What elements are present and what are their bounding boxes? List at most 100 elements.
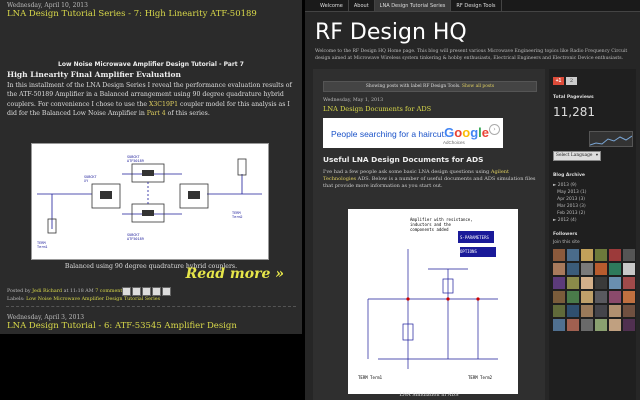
follower-avatar[interactable] xyxy=(567,319,579,331)
nav-rf-tools[interactable]: RF Design Tools xyxy=(451,0,502,11)
follower-avatar[interactable] xyxy=(595,291,607,303)
follower-avatar[interactable] xyxy=(623,319,635,331)
follower-avatar[interactable] xyxy=(567,291,579,303)
post-title-link[interactable]: LNA Design Documents for ADS xyxy=(323,105,431,113)
nav-lna-series[interactable]: LNA Design Tutorial Series xyxy=(374,0,452,11)
follower-avatar[interactable] xyxy=(595,249,607,261)
facebook-share-icon[interactable] xyxy=(152,287,161,296)
follower-avatar[interactable] xyxy=(553,277,565,289)
follower-avatar[interactable] xyxy=(623,291,635,303)
author-link[interactable]: Jedi Richard xyxy=(32,289,62,294)
follower-avatar[interactable] xyxy=(623,263,635,275)
follower-avatar[interactable] xyxy=(609,291,621,303)
label-notice: Showing posts with label RF Design Tools… xyxy=(323,81,537,92)
post-divider xyxy=(6,306,296,307)
join-site-link[interactable]: Join this site xyxy=(553,240,580,245)
follower-avatar[interactable] xyxy=(595,277,607,289)
blog-title[interactable]: RF Design HQ xyxy=(315,20,467,45)
follower-avatar[interactable] xyxy=(581,277,593,289)
figure-caption: LNA Simulation in ADS xyxy=(399,392,459,398)
page-bottom-band xyxy=(0,334,302,400)
post-title-link-2[interactable]: LNA Design Tutorial - 6: ATF-53545 Ampli… xyxy=(7,321,237,331)
follower-avatar[interactable] xyxy=(553,291,565,303)
posted-by-label: Posted by xyxy=(7,289,33,294)
follower-avatar[interactable] xyxy=(581,319,593,331)
show-all-posts-link[interactable]: Show all posts xyxy=(462,84,494,89)
post-title-link[interactable]: LNA Design Tutorial Series - 7: High Lin… xyxy=(7,9,257,19)
nav-welcome[interactable]: Welcome xyxy=(315,0,349,11)
total-pageviews-count: 11,281 xyxy=(553,105,595,119)
follower-avatar[interactable] xyxy=(609,277,621,289)
blog-description: Welcome to the RF Design HQ Home page. T… xyxy=(315,49,628,61)
ad-choices-label[interactable]: AdChoices xyxy=(443,140,465,145)
post-footer: Posted by Jedi Richard at 11:18 AM 7 com… xyxy=(7,289,125,294)
share-buttons xyxy=(122,287,171,296)
follower-avatar[interactable] xyxy=(609,319,621,331)
follower-avatar[interactable] xyxy=(595,319,607,331)
blog-share-icon[interactable] xyxy=(132,287,141,296)
post-labels: Labels: Low Noise Microwave Amplifier De… xyxy=(7,297,160,302)
svg-text:Term1: Term1 xyxy=(37,245,48,249)
top-nav: Welcome About LNA Design Tutorial Series… xyxy=(305,0,640,12)
twitter-share-icon[interactable] xyxy=(142,287,151,296)
follower-avatar[interactable] xyxy=(581,291,593,303)
pinterest-share-icon[interactable] xyxy=(162,287,171,296)
language-select[interactable]: Select Language ▾ xyxy=(553,151,601,161)
follower-avatar[interactable] xyxy=(609,305,621,317)
comments-link[interactable]: 7 comments xyxy=(95,289,125,294)
follower-avatar[interactable] xyxy=(609,263,621,275)
chevron-down-icon: ▾ xyxy=(595,153,598,158)
email-share-icon[interactable] xyxy=(122,287,131,296)
google-ad-banner[interactable]: People searching for a haircut. Google ›… xyxy=(323,118,503,148)
svg-text:TERM Term1: TERM Term1 xyxy=(358,375,383,380)
follower-avatar[interactable] xyxy=(623,249,635,261)
follower-avatar[interactable] xyxy=(623,277,635,289)
follower-avatar[interactable] xyxy=(595,305,607,317)
para-text: I've had a few people ask some basic LNA… xyxy=(323,169,491,175)
archive-title: Blog Archive xyxy=(553,173,585,178)
followers-title: Followers xyxy=(553,232,578,237)
follower-avatar[interactable] xyxy=(595,263,607,275)
gplus-widget: +1 2 xyxy=(553,77,577,85)
follower-avatar[interactable] xyxy=(553,319,565,331)
follower-avatar[interactable] xyxy=(581,305,593,317)
follower-avatar[interactable] xyxy=(581,249,593,261)
svg-text:XY: XY xyxy=(84,179,89,183)
gplus-button[interactable]: +1 xyxy=(553,77,564,85)
follower-avatar[interactable] xyxy=(609,249,621,261)
part4-link[interactable]: Part 4 xyxy=(147,110,166,117)
follower-avatar[interactable] xyxy=(553,263,565,275)
follower-avatar[interactable] xyxy=(553,305,565,317)
balanced-amplifier-schematic[interactable]: SUBCKT ATF50189 SUBCKT ATF50189 SUBCKT X… xyxy=(31,143,269,260)
ad-text[interactable]: People searching for a haircut. xyxy=(331,129,446,139)
follower-avatar[interactable] xyxy=(553,249,565,261)
nav-about[interactable]: About xyxy=(349,0,375,11)
post-date: Wednesday, May 1, 2013 xyxy=(323,98,384,103)
follower-avatar[interactable] xyxy=(567,277,579,289)
read-more-link[interactable]: Read more » xyxy=(186,266,284,282)
language-select-value: Select Language xyxy=(556,153,593,158)
para-text: of this series. xyxy=(165,110,210,118)
main-column: Showing posts with label RF Design Tools… xyxy=(313,69,545,400)
label-link[interactable]: Low Noise Microwave Amplifier Design Tut… xyxy=(26,297,160,302)
post-date-2: Wednesday, April 3, 2013 xyxy=(7,314,85,321)
svg-text:ATF50189: ATF50189 xyxy=(127,237,144,241)
coupler-link[interactable]: X3C19P1 xyxy=(149,101,178,108)
labels-prefix: Labels: xyxy=(7,297,27,302)
notice-text: Showing posts with label RF Design Tools… xyxy=(365,84,462,89)
post-paragraph: In this installment of the LNA Design Se… xyxy=(7,81,297,119)
follower-avatar[interactable] xyxy=(567,249,579,261)
svg-text:ATF50189: ATF50189 xyxy=(127,159,144,163)
archive-list[interactable]: ► 2013 (9) May 2013 (1) Apr 2013 (3) Mar… xyxy=(553,182,586,224)
left-blog-page: Wednesday, April 10, 2013 LNA Design Tut… xyxy=(0,0,302,400)
post-bold-title: High Linearity Final Amplifier Evaluatio… xyxy=(7,70,181,79)
post-heading: Useful LNA Design Documents for ADS xyxy=(323,155,484,164)
post-date: Wednesday, April 10, 2013 xyxy=(7,2,88,9)
follower-avatar[interactable] xyxy=(623,305,635,317)
follower-avatar[interactable] xyxy=(567,305,579,317)
lna-simulation-schematic[interactable]: Amplifier with resistance, inductors and… xyxy=(348,209,518,394)
follower-avatar[interactable] xyxy=(581,263,593,275)
ad-choices-icon[interactable]: › xyxy=(489,124,500,135)
followers-grid xyxy=(553,249,635,331)
follower-avatar[interactable] xyxy=(567,263,579,275)
